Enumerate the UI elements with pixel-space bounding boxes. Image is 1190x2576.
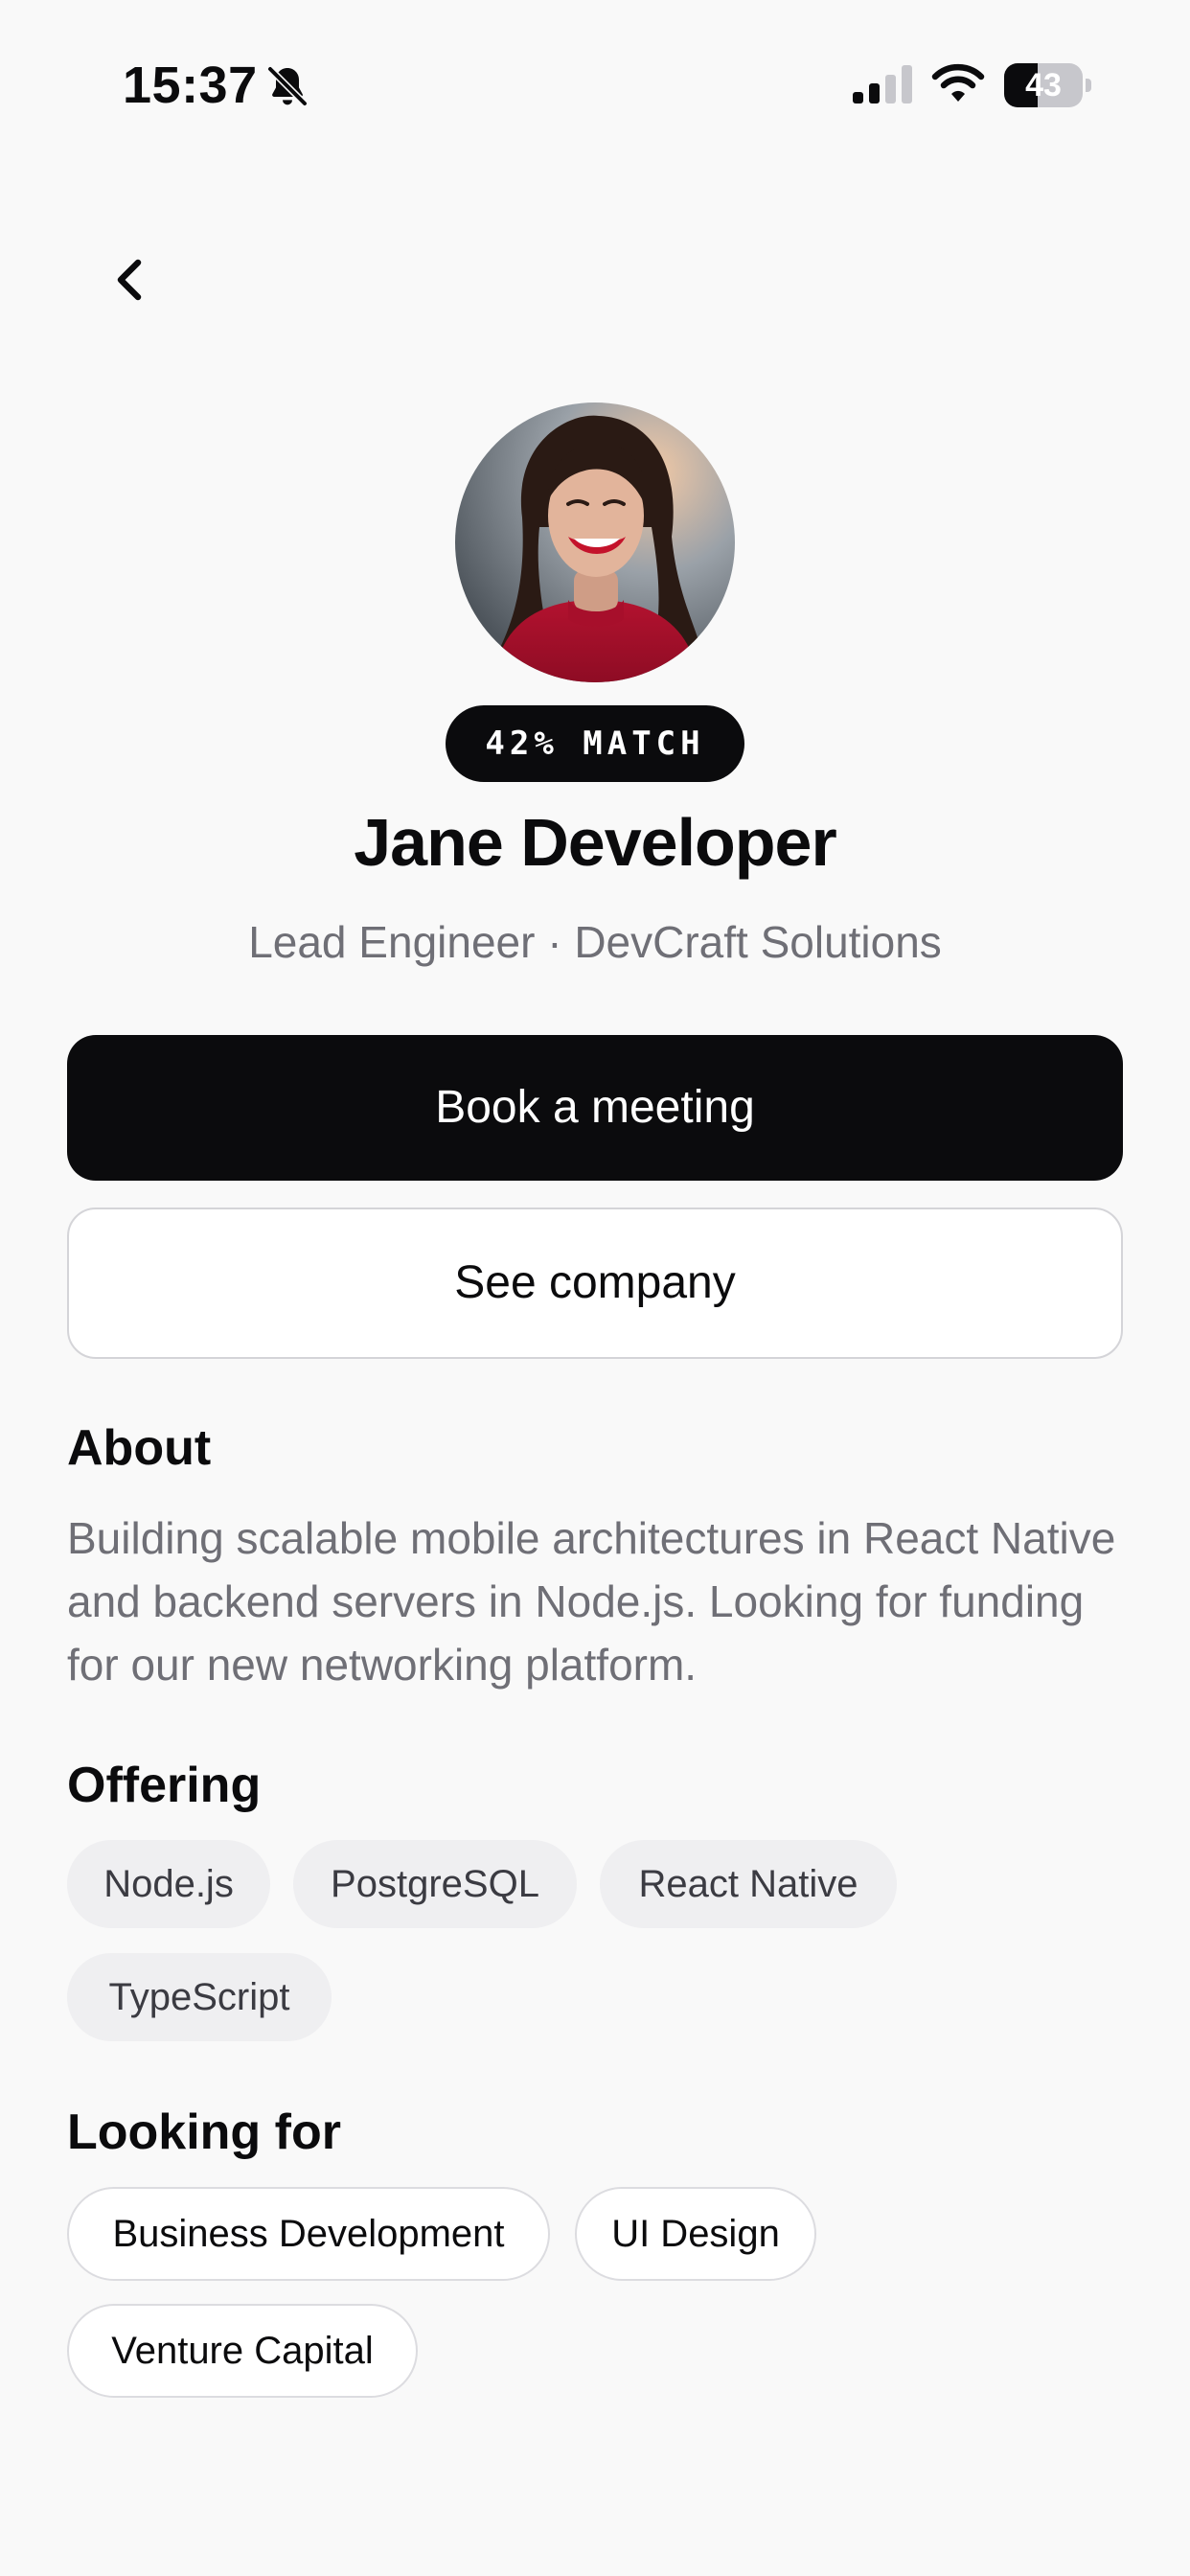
offering-tag: React Native [600,1840,897,1928]
wifi-icon [931,63,985,102]
battery-body: 43 [1004,63,1083,107]
about-heading: About [67,1420,212,1476]
battery-icon: 43 [1004,63,1091,107]
offering-heading: Offering [67,1758,262,1813]
status-bar: 15:37 43 [0,0,1190,172]
looking-for-tag: Venture Capital [67,2304,418,2398]
battery-level: 43 [1025,67,1062,104]
looking-for-heading: Looking for [67,2104,341,2160]
offering-tag: Node.js [67,1840,270,1928]
bell-slash-icon [266,65,309,107]
back-button[interactable] [96,245,165,314]
offering-tag: PostgreSQL [293,1840,577,1928]
match-badge: 42% MATCH [446,705,744,782]
about-text: Building scalable mobile architectures i… [67,1513,1116,1690]
profile-photo [455,402,735,682]
profile-subtitle: Lead Engineer · DevCraft Solutions [248,917,942,967]
looking-for-tag: UI Design [575,2187,816,2281]
see-company-button[interactable]: See company [67,1208,1123,1359]
battery-cap [1086,79,1091,92]
chevron-left-icon [117,259,142,301]
book-meeting-button[interactable]: Book a meeting [67,1035,1123,1181]
cellular-signal-icon [853,65,912,104]
offering-tag: TypeScript [67,1953,332,2041]
looking-for-tag: Business Development [67,2187,550,2281]
profile-name: Jane Developer [354,805,836,880]
avatar [455,402,735,682]
status-time: 15:37 [123,57,258,114]
